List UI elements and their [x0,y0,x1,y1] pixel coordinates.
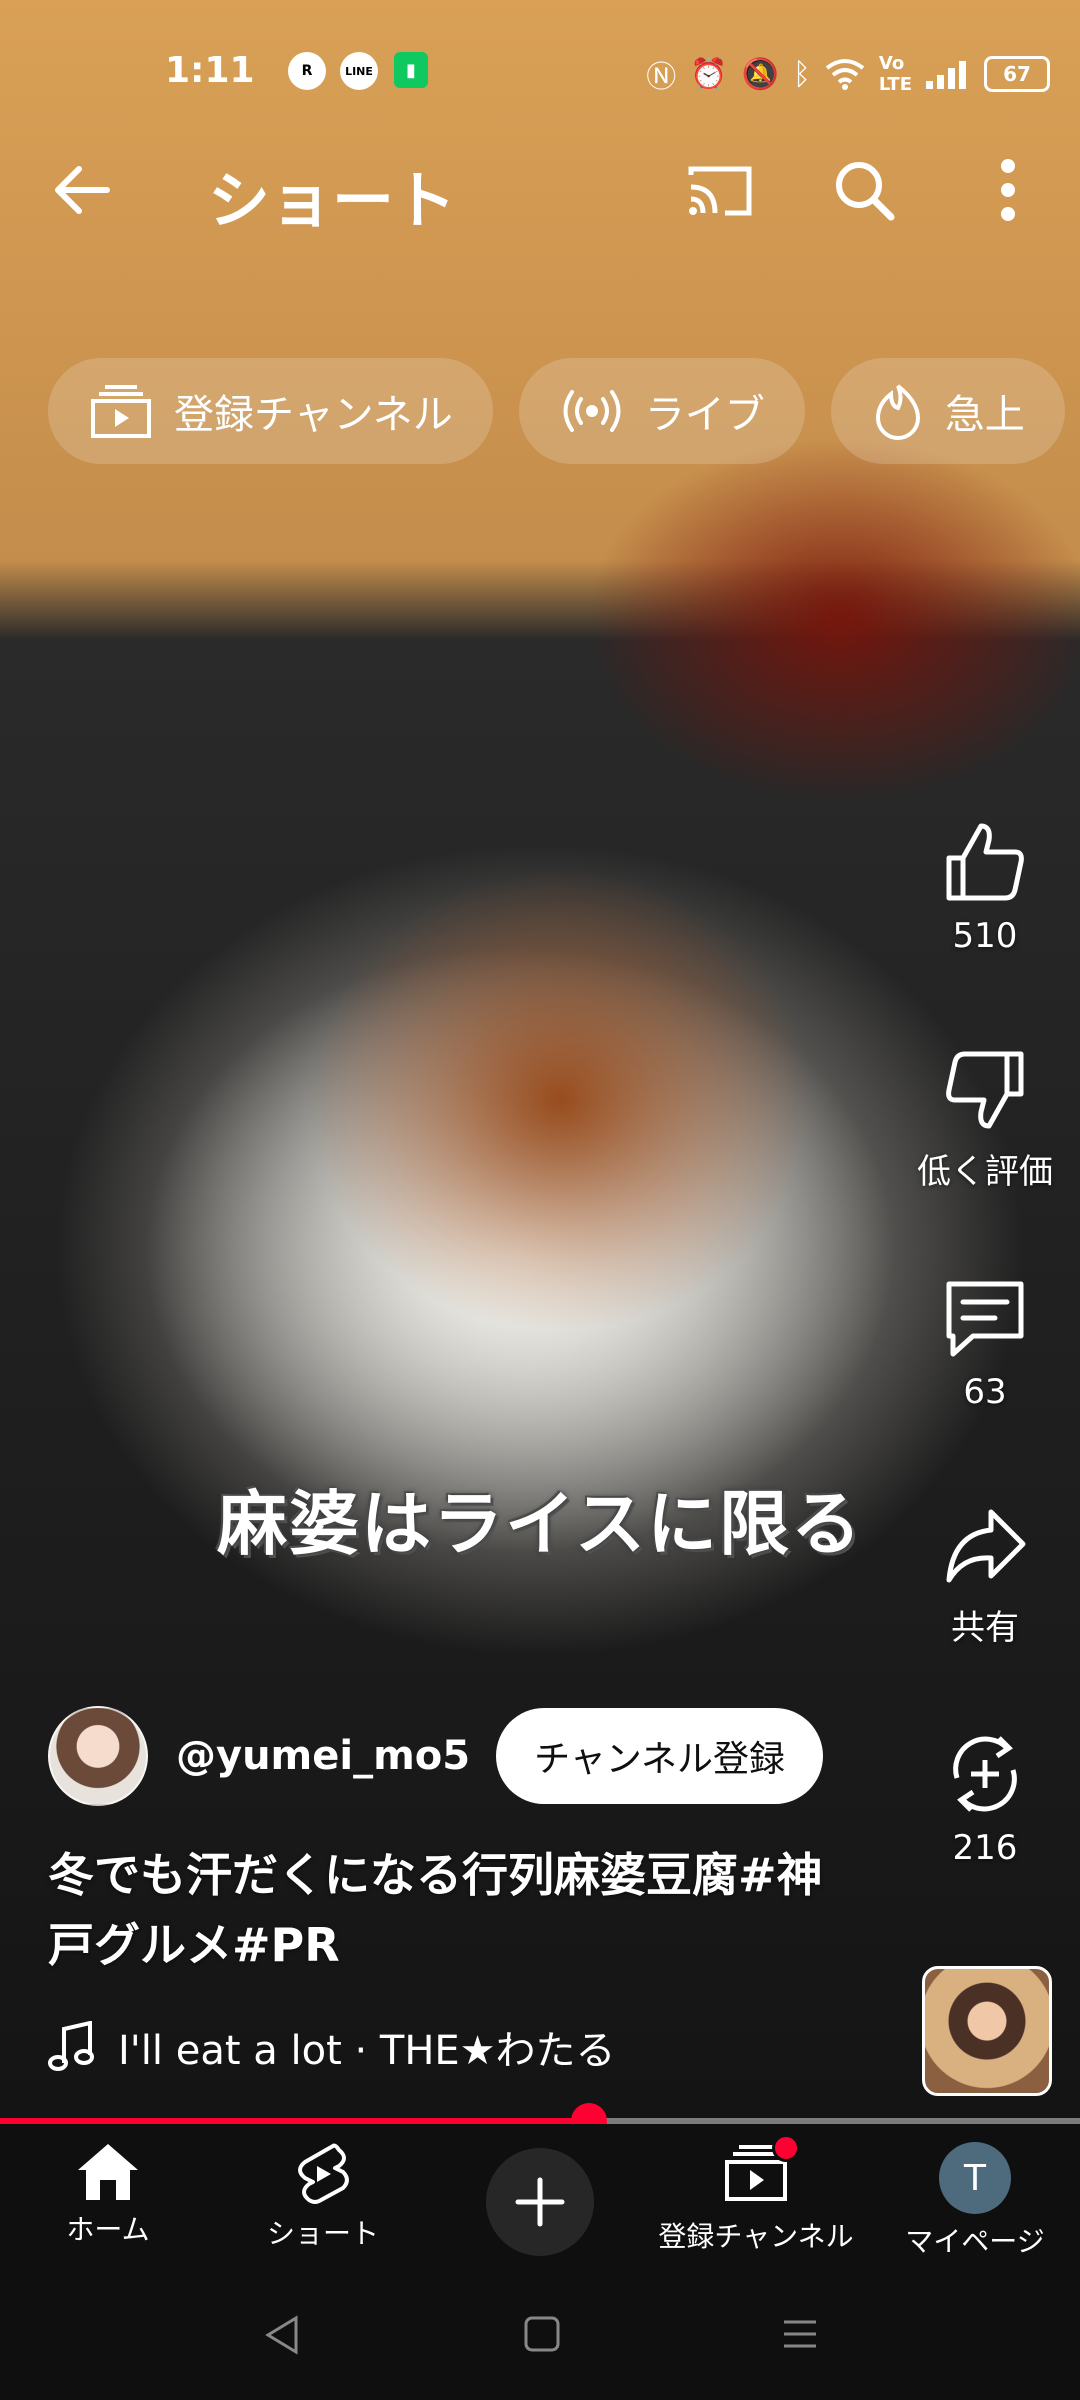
live-icon [563,390,621,432]
nav-subscriptions-label: 登録チャンネル [658,2220,854,2253]
remix-icon [953,1736,1017,1812]
dislike-label: 低く評価 [917,1152,1053,1192]
subscriptions-icon [91,385,151,438]
nfc-icon: Ⓝ [646,60,677,95]
video-caption-overlay: 麻婆はライスに限る [217,1483,863,1565]
channel-row: @yumei_mo5 チャンネル登録 [48,1706,823,1806]
nav-home-label: ホーム [66,2213,150,2246]
sound-thumbnail[interactable] [922,1966,1052,2096]
bottom-navigation: ホーム ショート 登録チャンネル T マイページ [0,2124,1080,2270]
status-time: 1:11 [165,50,255,91]
remix-button[interactable]: 216 [905,1732,1065,1960]
chip-live-label: ライブ [644,392,765,438]
nav-mypage[interactable]: T マイページ [896,2142,1054,2260]
comments-button[interactable]: 63 [905,1276,1065,1504]
trending-icon [875,384,920,440]
volte-icon: Vo LTE [878,53,912,95]
like-count: 510 [952,916,1018,956]
line-app-icon: LINE [340,52,378,90]
home-icon [78,2144,138,2200]
channel-avatar[interactable] [48,1706,148,1806]
subscribe-button[interactable]: チャンネル登録 [496,1708,823,1804]
arrow-left-icon [55,166,110,214]
music-row[interactable]: I'll eat a lot · THE★わたる [48,2018,616,2076]
more-vert-icon [1001,159,1015,221]
share-label: 共有 [951,1608,1019,1648]
shorts-player-screen: 麻婆はライスに限る 1:11 R LINE ▮ Ⓝ ⏰ 🔕 ᛒ Vo LTE 67… [0,0,1080,2400]
page-title: ショート [208,164,457,237]
chip-live[interactable]: ライブ [518,358,805,464]
video-title[interactable]: 冬でも汗だくになる行列麻婆豆腐#神戸グルメ#PR [48,1840,868,1980]
like-button[interactable]: 510 [905,820,1065,1048]
bluetooth-icon: ᛒ [792,56,811,92]
create-button[interactable] [486,2148,594,2256]
thumbs-down-icon [946,1051,1024,1129]
action-column: 510 低く評価 63 共有 216 [905,820,1065,1960]
system-recents-icon[interactable] [780,2314,820,2354]
cast-button[interactable] [680,150,760,230]
user-avatar: T [939,2142,1011,2214]
channel-handle[interactable]: @yumei_mo5 [176,1733,470,1779]
comment-count: 63 [963,1372,1007,1412]
system-back-icon[interactable] [262,2314,304,2356]
cast-icon [688,166,752,216]
chip-subscriptions[interactable]: 登録チャンネル [48,358,493,464]
r-link-app-icon: R [288,52,326,90]
shorts-icon [298,2143,349,2204]
dislike-button[interactable]: 低く評価 [905,1048,1065,1276]
nav-shorts[interactable]: ショート [262,2142,384,2252]
system-navigation-bar [0,2270,1080,2400]
status-bar: 1:11 R LINE ▮ Ⓝ ⏰ 🔕 ᛒ Vo LTE 67 [0,36,1080,108]
status-system-icons: Ⓝ ⏰ 🔕 ᛒ Vo LTE 67 [646,52,1050,96]
chip-trending-label: 急上 [944,392,1025,438]
chip-subscriptions-label: 登録チャンネル [174,392,453,438]
system-home-icon[interactable] [522,2314,562,2354]
new-content-dot [772,2134,800,2162]
mute-icon: 🔕 [741,56,779,92]
nav-home[interactable]: ホーム [48,2142,168,2248]
nav-mypage-label: マイページ [905,2225,1045,2258]
share-button[interactable]: 共有 [905,1504,1065,1732]
music-text: I'll eat a lot · THE★わたる [118,2028,616,2074]
alarm-icon: ⏰ [690,56,728,92]
wifi-icon [825,59,865,90]
signal-icon [926,61,966,89]
music-note-icon [48,2021,94,2071]
filter-chips: 登録チャンネル ライブ 急上 [48,358,1065,464]
battery-indicator: 67 [984,56,1050,92]
search-button[interactable] [824,150,904,230]
remix-count: 216 [952,1828,1018,1868]
top-app-bar: ショート [0,140,1080,244]
battery-saver-icon: ▮ [394,52,428,88]
chip-trending[interactable]: 急上 [830,358,1065,464]
search-icon [836,162,895,221]
back-button[interactable] [42,150,122,230]
nav-subscriptions[interactable]: 登録チャンネル [650,2134,862,2255]
share-icon [946,1509,1026,1583]
thumbs-up-icon [946,823,1024,901]
comment-icon [946,1281,1024,1357]
plus-icon [515,2177,565,2227]
nav-shorts-label: ショート [266,2217,379,2250]
nav-subscriptions-icon-wrap [724,2134,800,2209]
more-options-button[interactable] [968,150,1048,230]
